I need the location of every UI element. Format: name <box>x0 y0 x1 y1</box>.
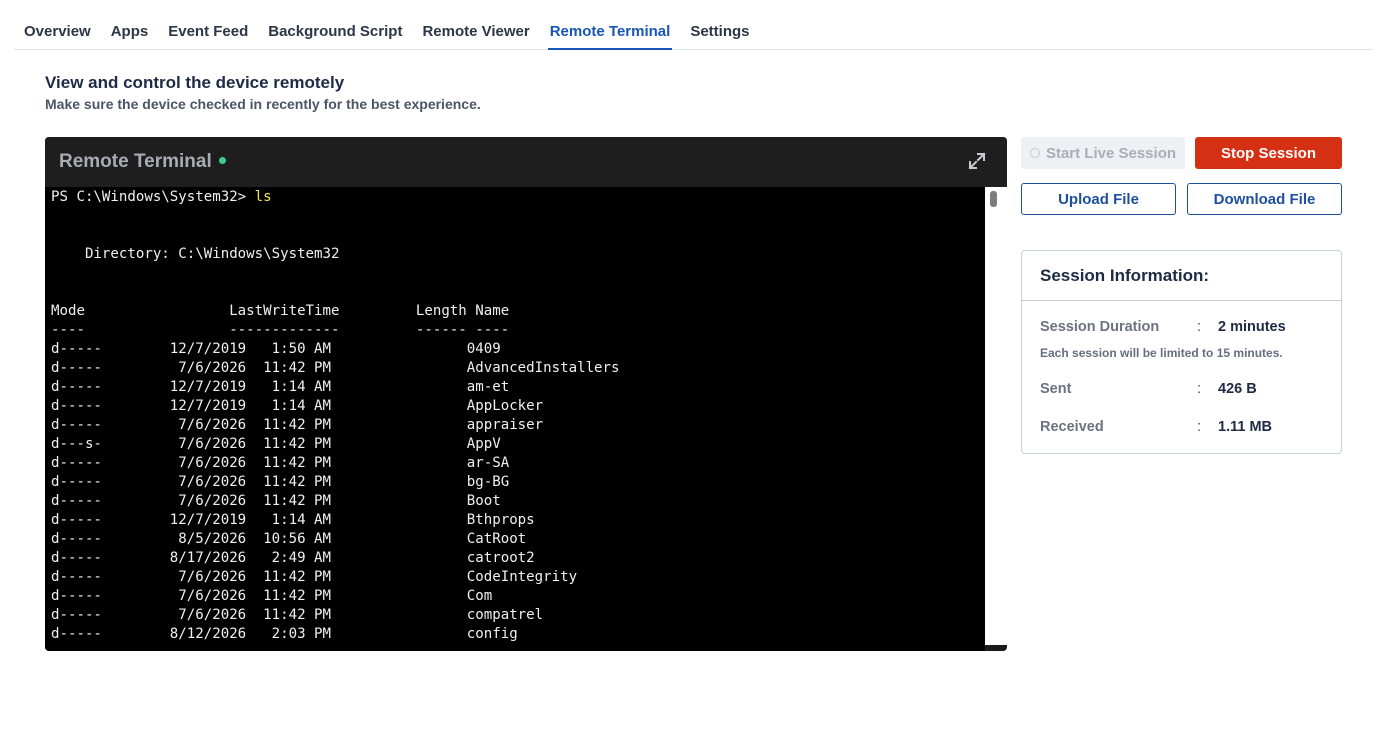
terminal-directory-line: Directory: C:\Windows\System32 <box>51 246 340 262</box>
terminal-column-header: Mode LastWriteTime Length Name <box>51 303 510 319</box>
terminal-scrollbar[interactable] <box>985 187 1007 645</box>
page-title: View and control the device remotely <box>45 73 345 92</box>
terminal-row: d----- 7/6/2026 11:42 PM bg-BG <box>51 474 510 490</box>
remote-terminal-panel: Remote Terminal PS C:\Windows\System32> … <box>45 137 1007 651</box>
terminal-row: d----- 7/6/2026 11:42 PM appraiser <box>51 417 544 433</box>
sent-label: Sent <box>1040 381 1072 397</box>
session-information-card: Session Information: Session Duration : … <box>1021 250 1342 454</box>
terminal-row: d----- 12/7/2019 1:50 AM 0409 <box>51 341 501 357</box>
stop-session-button[interactable]: Stop Session <box>1195 137 1342 169</box>
session-duration-value: 2 minutes <box>1218 319 1286 335</box>
tab-remote-terminal[interactable]: Remote Terminal <box>540 1 681 50</box>
session-card-title: Session Information: <box>1022 251 1341 301</box>
loading-spinner-icon <box>1029 148 1040 158</box>
terminal-row: d----- 8/17/2026 2:49 AM catroot2 <box>51 550 535 566</box>
terminal-row: d----- 7/6/2026 11:42 PM CodeIntegrity <box>51 569 578 585</box>
session-limit-note: Each session will be limited to 15 minut… <box>1040 346 1283 360</box>
terminal-row: d----- 8/5/2026 10:56 AM CatRoot <box>51 531 527 547</box>
terminal-row: d----- 12/7/2019 1:14 AM AppLocker <box>51 398 544 414</box>
terminal-column-underline: ---- ------------- ------ ---- <box>51 322 510 338</box>
terminal-row: d----- 7/6/2026 11:42 PM Com <box>51 588 493 604</box>
sent-value: 426 B <box>1218 381 1257 397</box>
scrollbar-thumb[interactable] <box>990 191 997 207</box>
terminal-output[interactable]: PS C:\Windows\System32> ls Directory: C:… <box>45 187 985 651</box>
terminal-command: ls <box>254 189 272 205</box>
tab-event-feed[interactable]: Event Feed <box>158 1 258 49</box>
terminal-row: d----- 12/7/2019 1:14 AM am-et <box>51 379 510 395</box>
terminal-prompt: PS C:\Windows\System32> <box>51 189 255 205</box>
received-row: Received : 1.11 MB <box>1040 419 1272 435</box>
tab-overview[interactable]: Overview <box>14 1 101 49</box>
tab-settings[interactable]: Settings <box>680 1 759 49</box>
terminal-row: d----- 7/6/2026 11:42 PM compatrel <box>51 607 544 623</box>
separator: : <box>1197 419 1202 435</box>
received-label: Received <box>1040 419 1104 435</box>
terminal-rows: d----- 12/7/2019 1:50 AM 0409 d----- 7/6… <box>51 341 620 642</box>
sent-row: Sent : 426 B <box>1040 381 1257 397</box>
start-live-session-label: Start Live Session <box>1045 144 1177 162</box>
terminal-row: d---s- 7/6/2026 11:42 PM AppV <box>51 436 501 452</box>
separator: : <box>1197 319 1202 335</box>
terminal-row: d----- 7/6/2026 11:42 PM ar-SA <box>51 455 510 471</box>
terminal-row: d----- 8/12/2026 2:03 PM config <box>51 626 518 642</box>
terminal-row: d----- 7/6/2026 11:42 PM Boot <box>51 493 501 509</box>
tab-remote-viewer[interactable]: Remote Viewer <box>412 1 539 49</box>
received-value: 1.11 MB <box>1218 419 1272 435</box>
download-file-button[interactable]: Download File <box>1187 183 1342 215</box>
terminal-row: d----- 7/6/2026 11:42 PM AdvancedInstall… <box>51 360 620 376</box>
connection-status-dot <box>218 157 226 164</box>
tab-bar: Overview Apps Event Feed Background Scri… <box>14 0 1373 50</box>
terminal-text: PS C:\Windows\System32> ls Directory: C:… <box>51 187 985 644</box>
separator: : <box>1197 381 1202 397</box>
terminal-header: Remote Terminal <box>45 137 1007 187</box>
upload-file-button[interactable]: Upload File <box>1021 183 1176 215</box>
terminal-row: d----- 12/7/2019 1:14 AM Bthprops <box>51 512 535 528</box>
tab-background-script[interactable]: Background Script <box>258 1 412 49</box>
page-subtitle: Make sure the device checked in recently… <box>45 96 481 112</box>
session-duration-label: Session Duration <box>1040 319 1160 335</box>
terminal-title: Remote Terminal <box>59 151 212 172</box>
start-live-session-button[interactable]: Start Live Session <box>1021 137 1185 169</box>
tab-apps[interactable]: Apps <box>101 1 159 49</box>
expand-icon[interactable] <box>967 151 987 171</box>
session-duration-row: Session Duration : 2 minutes <box>1040 319 1286 335</box>
